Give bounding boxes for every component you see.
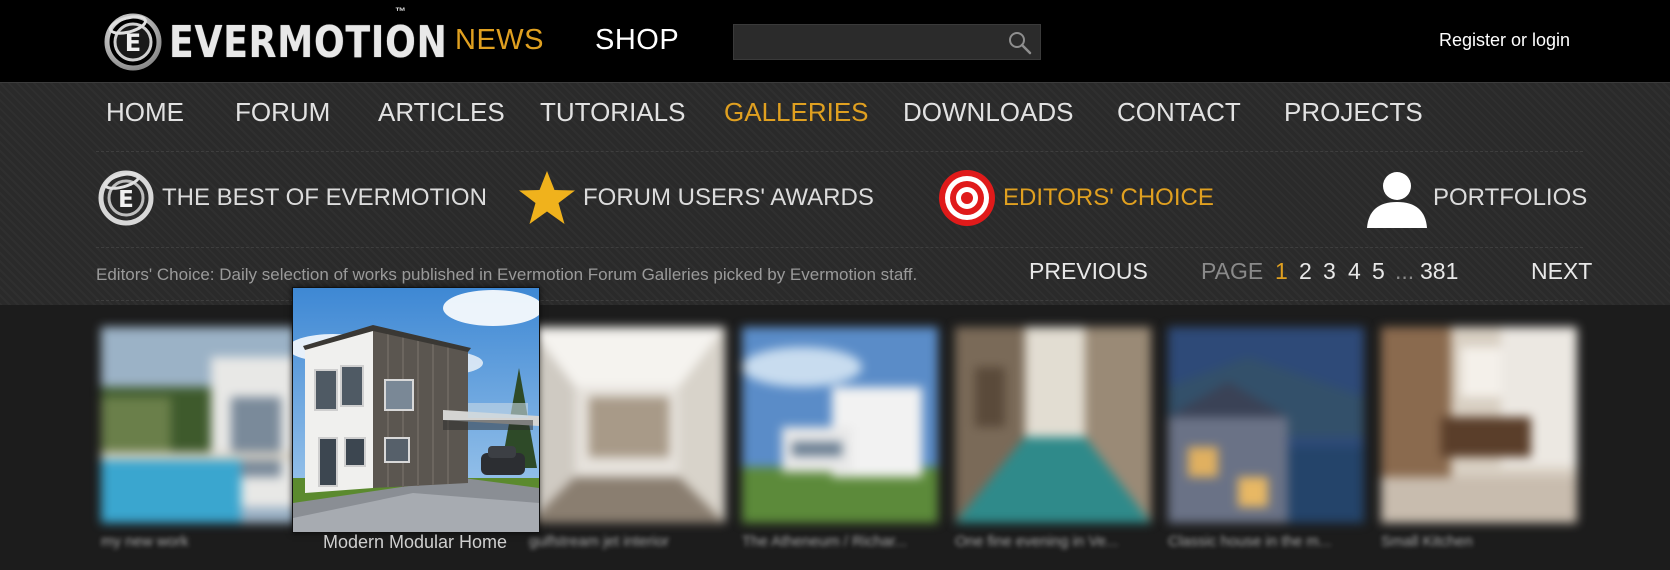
trademark-sign: ™ (395, 6, 406, 18)
thumbnail-caption: gulfstream jet interior (529, 533, 670, 550)
pager-ellipsis: ... (1395, 258, 1415, 284)
pager-page-4[interactable]: 4 (1348, 258, 1361, 285)
evermotion-logo-icon: E (98, 170, 154, 226)
pager-next[interactable]: NEXT (1531, 258, 1592, 285)
gallery-description: Editors' Choice: Daily selection of work… (96, 265, 918, 284)
pager-previous[interactable]: PREVIOUS (1029, 258, 1148, 285)
star-icon (519, 171, 575, 224)
target-icon (939, 170, 995, 226)
thumbnail-caption: One fine evening in Ve... (955, 533, 1119, 550)
pager-page-5[interactable]: 5 (1372, 258, 1385, 285)
divider (96, 151, 1583, 152)
sub-nav-forum-users-awards[interactable]: FORUM USERS' AWARDS (517, 168, 874, 228)
gallery-thumbnail[interactable] (529, 327, 725, 523)
featured-thumbnail-caption: Modern Modular Home (322, 532, 508, 552)
user-icon (1367, 172, 1427, 228)
main-nav-tutorials[interactable]: TUTORIALS (540, 97, 685, 128)
thumbnail-caption: my new work (101, 533, 189, 550)
sub-nav-label: THE BEST OF EVERMOTION (162, 184, 487, 211)
thumbnail-caption: Classic house in the m... (1168, 533, 1332, 550)
thumbnail-caption: The Atheneum / Richar... (742, 533, 908, 550)
gallery-thumbnail[interactable] (1381, 327, 1577, 523)
sub-nav-label: FORUM USERS' AWARDS (583, 184, 874, 211)
main-nav-contact[interactable]: CONTACT (1117, 97, 1241, 128)
gallery-thumbnail[interactable] (1168, 327, 1364, 523)
pager-page-label: PAGE (1201, 258, 1264, 284)
svg-text:E: E (118, 187, 134, 213)
logo-text: EVERMOTION (169, 16, 448, 68)
search-icon[interactable] (1006, 29, 1034, 57)
top-nav-news[interactable]: NEWS (455, 24, 544, 57)
sub-nav-best-of-evermotion[interactable]: E THE BEST OF EVERMOTION (96, 168, 487, 228)
main-nav-home[interactable]: HOME (106, 97, 184, 128)
pager-page-1[interactable]: 1 (1275, 258, 1288, 285)
main-nav-galleries[interactable]: GALLERIES (724, 97, 869, 128)
gallery-thumbnail[interactable] (955, 327, 1151, 523)
divider (96, 247, 1583, 248)
sub-nav-portfolios[interactable]: PORTFOLIOS (1367, 168, 1587, 228)
top-nav-shop[interactable]: SHOP (595, 24, 679, 57)
pager-page-2[interactable]: 2 (1299, 258, 1312, 285)
sub-nav-label: PORTFOLIOS (1433, 184, 1588, 211)
gallery-thumbnail[interactable] (742, 327, 938, 523)
featured-thumbnail[interactable] (292, 287, 540, 533)
search-input[interactable] (734, 25, 994, 59)
main-nav-articles[interactable]: ARTICLES (378, 97, 505, 128)
gallery-thumbnail[interactable] (101, 327, 297, 523)
main-nav-downloads[interactable]: DOWNLOADS (903, 97, 1073, 128)
pager-page-last[interactable]: 381 (1420, 258, 1458, 285)
thumbnail-caption: Small Kitchen (1381, 533, 1473, 550)
svg-text:E: E (125, 29, 141, 57)
main-nav-forum[interactable]: FORUM (235, 97, 330, 128)
sub-nav-label: EDITORS' CHOICE (1003, 184, 1214, 211)
register-login-link[interactable]: Register or login (1439, 30, 1570, 51)
site-logo[interactable]: E EVERMOTION (103, 10, 509, 74)
main-nav-projects[interactable]: PROJECTS (1284, 97, 1423, 128)
top-bar: E EVERMOTION ™ NEWS SHOP Register or log… (0, 0, 1670, 82)
pager-page-3[interactable]: 3 (1323, 258, 1336, 285)
search-box (733, 24, 1041, 60)
evermotion-logo-icon: E (104, 13, 162, 71)
sub-nav-editors-choice[interactable]: EDITORS' CHOICE (937, 168, 1214, 228)
